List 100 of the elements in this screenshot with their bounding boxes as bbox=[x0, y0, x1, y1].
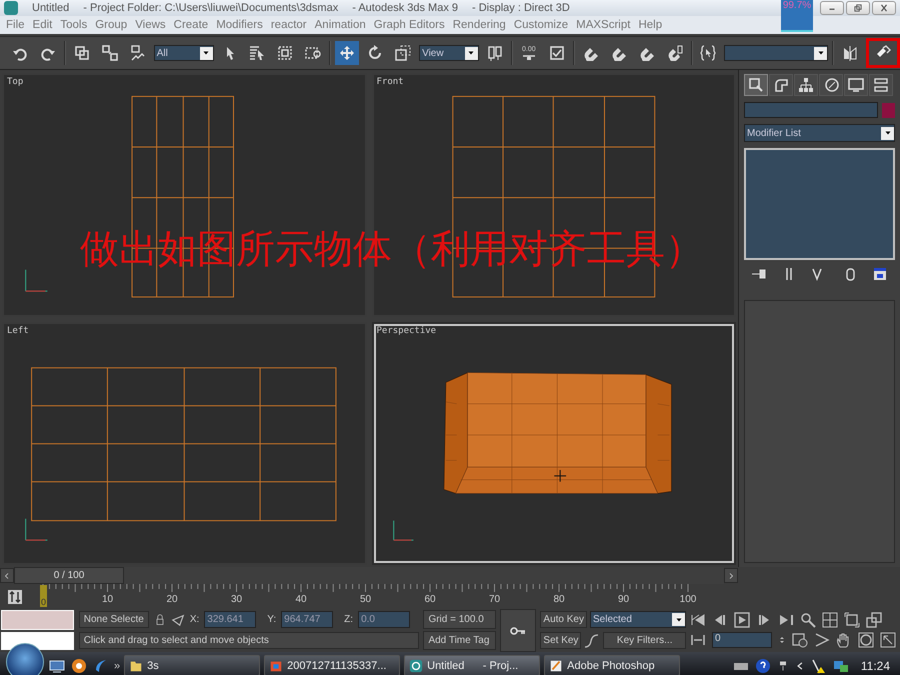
restore-icon bbox=[852, 3, 864, 13]
z-coordinate-field[interactable]: 0.0 bbox=[358, 611, 410, 628]
show-desktop-icon[interactable] bbox=[48, 658, 66, 674]
viewport-label[interactable]: Left bbox=[7, 326, 29, 336]
time-marker[interactable]: 0 bbox=[40, 585, 47, 607]
key-tangent-icon[interactable] bbox=[584, 632, 600, 648]
window-title: - Autodesk 3ds Max 9 bbox=[352, 2, 458, 14]
transform-mode-icon[interactable] bbox=[170, 612, 185, 626]
warning-icon[interactable] bbox=[810, 658, 827, 674]
dropdown[interactable]: View bbox=[419, 45, 479, 61]
display-icon bbox=[848, 77, 864, 93]
field-of-view-icon[interactable] bbox=[814, 632, 830, 648]
toolbar-button[interactable] bbox=[866, 38, 900, 68]
current-frame-field[interactable]: 0 bbox=[712, 632, 772, 648]
arc-rotate-icon[interactable] bbox=[858, 632, 874, 648]
time-config-icon[interactable] bbox=[690, 632, 706, 648]
key-filters-button[interactable]: Key Filters... bbox=[603, 632, 686, 649]
mirror-icon bbox=[842, 45, 858, 61]
name-field[interactable] bbox=[744, 102, 878, 118]
taskbar-button[interactable]: Adobe Photoshop bbox=[544, 655, 680, 675]
viewport-label[interactable]: Perspective bbox=[376, 326, 436, 336]
modifier-stack[interactable] bbox=[744, 148, 895, 260]
dropdown-arrow-icon bbox=[202, 49, 210, 57]
next-frame-button[interactable] bbox=[724, 568, 738, 583]
maximize-viewport-icon[interactable] bbox=[880, 632, 896, 648]
panel-tab[interactable] bbox=[869, 74, 893, 96]
auto-key-button[interactable]: Auto Key bbox=[540, 611, 587, 628]
frame-number: 50 bbox=[360, 594, 372, 605]
close-button[interactable] bbox=[872, 1, 896, 15]
right-chevron-icon bbox=[727, 570, 735, 580]
help-icon[interactable] bbox=[754, 658, 771, 674]
window-title: Untitled bbox=[32, 2, 70, 14]
media-player-icon[interactable] bbox=[70, 658, 88, 674]
menu-item[interactable]: Rendering bbox=[448, 19, 510, 31]
menu-item[interactable]: Views bbox=[131, 19, 170, 31]
panel-tab[interactable] bbox=[769, 74, 793, 96]
taskbar-button[interactable]: 3s bbox=[124, 655, 260, 675]
panel-tab[interactable] bbox=[794, 74, 818, 96]
more-button[interactable]: » bbox=[114, 660, 120, 672]
frame-number: 30 bbox=[230, 594, 242, 605]
configure-sets-icon[interactable] bbox=[872, 266, 888, 282]
minimize-button[interactable] bbox=[820, 1, 844, 15]
go-to-start-icon[interactable] bbox=[690, 612, 706, 628]
selection-set-icon bbox=[700, 45, 716, 61]
zoom-extents-icon[interactable] bbox=[844, 612, 860, 628]
listener-field[interactable] bbox=[1, 610, 74, 630]
set-key-button[interactable] bbox=[500, 609, 536, 652]
move-icon bbox=[339, 45, 356, 61]
panel-tab[interactable] bbox=[819, 74, 843, 96]
toolbar-button[interactable] bbox=[335, 41, 360, 65]
key-mode-dropdown[interactable]: Selected bbox=[590, 611, 686, 628]
menu-item[interactable]: Tools bbox=[56, 19, 92, 31]
frame-number: 70 bbox=[488, 594, 500, 605]
taskbar-button[interactable]: Untitled - Proj... bbox=[404, 655, 540, 675]
frame-number: 10 bbox=[102, 594, 114, 605]
x-coordinate-field[interactable]: 329.641 bbox=[204, 611, 256, 628]
app-icon bbox=[409, 658, 424, 672]
go-to-end-icon[interactable] bbox=[778, 612, 794, 628]
magnet-icon bbox=[582, 45, 599, 61]
play-icon[interactable] bbox=[734, 612, 750, 628]
menu-item[interactable]: Create bbox=[170, 19, 212, 31]
menu-item[interactable]: Edit bbox=[28, 19, 56, 31]
dropdown[interactable] bbox=[724, 45, 828, 61]
viewport-label[interactable]: Front bbox=[376, 77, 404, 87]
hierarchy-icon bbox=[798, 77, 814, 93]
viewport-label[interactable]: Top bbox=[7, 77, 24, 87]
menu-item[interactable]: Help bbox=[634, 19, 666, 31]
window-title: - Display : Direct 3D bbox=[472, 2, 570, 14]
menu-item[interactable]: MAXScript bbox=[572, 19, 634, 31]
set-key-mode-button[interactable]: Set Key bbox=[540, 632, 582, 649]
app-icon bbox=[4, 1, 18, 15]
taskbar-button[interactable]: 200712711135337... bbox=[264, 655, 400, 675]
menu-item[interactable]: reactor bbox=[266, 19, 311, 31]
time-slider-thumb[interactable]: 0 / 100 bbox=[14, 567, 124, 584]
color-swatch[interactable] bbox=[882, 102, 895, 118]
add-time-tag-button[interactable]: Add Time Tag bbox=[423, 631, 496, 650]
menu-item[interactable]: Graph Editors bbox=[370, 19, 449, 31]
modifier-list-dropdown[interactable]: Modifier List bbox=[744, 124, 895, 142]
panel-tab[interactable] bbox=[844, 74, 868, 96]
percent-snap-icon bbox=[638, 45, 655, 61]
y-coordinate-field[interactable]: 964.747 bbox=[281, 611, 334, 628]
zoom-extents-all-icon[interactable] bbox=[866, 612, 882, 628]
lock-icon[interactable] bbox=[154, 614, 166, 626]
zoom-icon[interactable] bbox=[800, 612, 816, 628]
window-crossing-icon bbox=[305, 45, 322, 61]
menu-item[interactable]: Animation bbox=[310, 19, 370, 31]
dropdown[interactable]: All bbox=[154, 45, 214, 61]
zoom-all-icon[interactable] bbox=[822, 612, 838, 628]
menu-item[interactable]: Modifiers bbox=[212, 19, 267, 31]
listener-output[interactable] bbox=[1, 632, 74, 650]
panel-tab[interactable] bbox=[744, 74, 768, 96]
previous-frame-button[interactable] bbox=[0, 568, 14, 583]
grid-spacing: Grid = 100.0 bbox=[423, 610, 496, 629]
menu-item[interactable]: Customize bbox=[510, 19, 572, 31]
frame-number: 100 bbox=[680, 594, 696, 605]
pivot-icon bbox=[486, 45, 503, 61]
menu-item[interactable]: File bbox=[2, 19, 29, 31]
restore-button[interactable] bbox=[846, 1, 870, 15]
menu-item[interactable]: Group bbox=[91, 19, 132, 31]
scale-icon bbox=[395, 45, 412, 61]
